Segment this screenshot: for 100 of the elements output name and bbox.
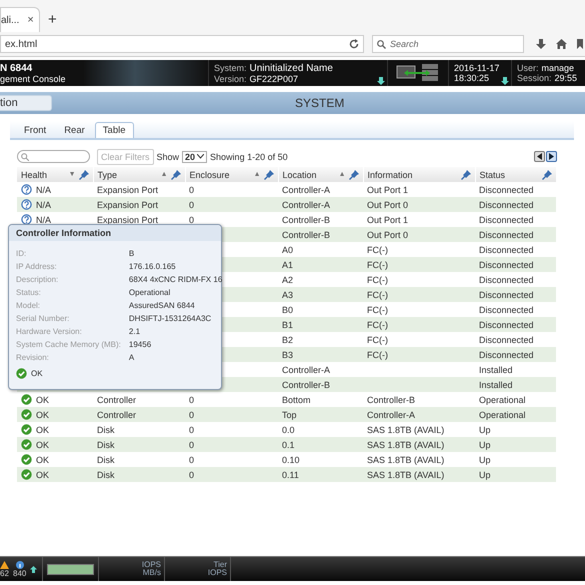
field-label: ID: — [16, 249, 28, 258]
field-value: manage — [542, 63, 574, 73]
field-value: 68X4 4xCNC RIDM-FX 16 — [128, 275, 222, 284]
table-cell: Expansion Port — [97, 214, 158, 224]
table-cell: 0.11 — [282, 470, 299, 480]
table-cell: Controller-A — [282, 364, 330, 374]
table-cell: Up — [479, 424, 491, 434]
date-text: 2016-11-17 — [454, 63, 500, 73]
next-page-button[interactable] — [546, 151, 557, 162]
table-cell: 0 — [189, 410, 194, 420]
new-tab-button[interactable]: + — [48, 11, 57, 28]
table-cell: Top — [282, 410, 297, 420]
health-text: OK — [36, 440, 50, 450]
browser-tab[interactable]: ali... × — [0, 7, 40, 32]
table-cell: 0 — [189, 394, 194, 404]
table-cell: Disk — [97, 454, 114, 464]
close-icon[interactable]: × — [27, 14, 34, 26]
warning-icon — [0, 560, 9, 568]
table-cell: Controller-A — [367, 410, 416, 420]
view-tab[interactable]: Table — [94, 122, 134, 138]
filter-pin-icon[interactable] — [78, 170, 88, 180]
table-cell: Operational — [479, 410, 526, 420]
table-cell: Disconnected — [479, 304, 534, 314]
table-cell: Controller — [97, 394, 136, 404]
table-cell: A2 — [282, 274, 294, 284]
field-value: 19456 — [128, 340, 152, 349]
table-cell: 0 — [189, 440, 194, 450]
reload-icon[interactable] — [349, 39, 359, 49]
up-arrow-icon — [30, 566, 38, 572]
table-cell: Disconnected — [479, 274, 534, 284]
table-cell: FC(-) — [367, 350, 388, 360]
home-icon[interactable] — [556, 39, 567, 49]
table-cell: 0.1 — [282, 440, 295, 450]
address-field[interactable]: ex.html — [0, 35, 364, 53]
field-value: Operational — [128, 288, 172, 297]
table-cell: Expansion Port — [97, 184, 158, 194]
field-label: User: — [517, 63, 539, 73]
table-cell: B3 — [282, 350, 294, 360]
table-cell: Up — [479, 454, 491, 464]
page-title: SYSTEM — [295, 96, 344, 110]
field-label: Model: — [16, 301, 42, 310]
field-label: System: — [214, 62, 247, 72]
show-label: Show — [156, 152, 180, 162]
table-cell: Disconnected — [479, 244, 534, 254]
search-icon — [21, 152, 29, 160]
table-cell: Controller-B — [282, 214, 330, 224]
table-cell: FC(-) — [367, 334, 388, 344]
column-header[interactable]: Enclosure — [190, 170, 251, 180]
filter-search-field[interactable] — [17, 150, 90, 163]
table-cell: Disconnected — [479, 290, 534, 300]
table-cell: Disk — [97, 440, 114, 450]
table-cell: Installed — [479, 380, 513, 390]
table-cell: 0 — [189, 184, 194, 194]
field-value: GF222P007 — [250, 74, 298, 84]
table-cell: A0 — [282, 244, 294, 254]
table-cell: B1 — [282, 320, 294, 330]
view-tab[interactable]: Rear — [56, 122, 93, 138]
caret-icon — [197, 154, 204, 159]
column-header[interactable]: Health — [21, 170, 66, 180]
table-cell: Disconnected — [479, 184, 534, 194]
search-field[interactable]: Search — [372, 35, 524, 53]
download-icon[interactable] — [536, 39, 546, 49]
filter-pin-icon[interactable] — [264, 170, 274, 180]
table-cell: SAS 1.8TB (AVAIL) — [367, 424, 444, 434]
table-cell: 0 — [189, 470, 194, 480]
filter-pin-icon[interactable] — [170, 170, 180, 180]
filter-pin-icon[interactable] — [348, 170, 358, 180]
health-text: OK — [31, 369, 43, 378]
table-cell: A1 — [282, 260, 294, 270]
table-cell: FC(-) — [367, 260, 388, 270]
column-header[interactable]: Location — [282, 170, 336, 180]
filter-pin-icon[interactable] — [460, 170, 470, 180]
field-label: Status: — [16, 288, 42, 297]
field-label: System Cache Memory (MB): — [16, 340, 121, 349]
table-cell: 0 — [189, 424, 194, 434]
table-cell: Out Port 1 — [367, 214, 408, 224]
health-text: OK — [36, 394, 50, 404]
field-value: A — [128, 353, 136, 362]
table-cell: FC(-) — [367, 320, 388, 330]
table-cell: Controller-A — [282, 200, 330, 210]
health-text: OK — [36, 410, 50, 420]
table-cell: Controller-B — [282, 230, 330, 240]
column-header[interactable]: Type — [98, 170, 158, 180]
nav-button[interactable]: tion — [0, 95, 52, 111]
field-value: 176.16.0.165 — [128, 262, 177, 271]
table-cell: B0 — [282, 304, 294, 314]
table-cell: 0.0 — [282, 424, 295, 434]
table-cell: Up — [479, 440, 491, 450]
table-cell: Bottom — [282, 394, 311, 404]
table-cell: SAS 1.8TB (AVAIL) — [367, 470, 444, 480]
view-tab[interactable]: Front — [16, 122, 54, 138]
field-value: DHSIFTJ-1531264A3C — [128, 314, 212, 323]
page-size-select[interactable]: 20 — [182, 150, 208, 162]
field-value: 29:55 — [554, 73, 578, 83]
field-label: Session: — [517, 73, 552, 83]
filter-pin-icon[interactable] — [542, 170, 552, 180]
bookmark-icon[interactable] — [577, 39, 583, 49]
table-cell: 0 — [189, 200, 194, 210]
field-label: Revision: — [16, 353, 50, 362]
table-cell: Disconnected — [479, 350, 534, 360]
